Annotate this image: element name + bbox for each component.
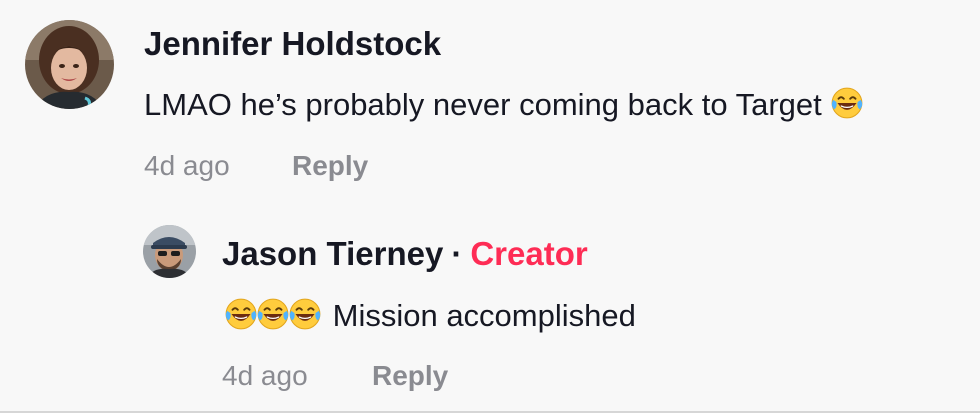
avatar-image xyxy=(143,225,196,278)
avatar[interactable] xyxy=(25,20,114,109)
separator-dot: · xyxy=(451,235,463,272)
avatar[interactable] xyxy=(143,225,196,278)
creator-badge: Creator xyxy=(470,235,588,272)
avatar-image xyxy=(25,20,114,109)
reply-author[interactable]: Jason Tierney xyxy=(222,235,443,272)
comment-author[interactable]: Jennifer Holdstock xyxy=(144,25,441,63)
reply-text: Mission accomplished xyxy=(222,297,636,339)
reply-item: Jason Tierney · Creator Mission accomplish… xyxy=(0,200,980,411)
reply-author-line: Jason Tierney · Creator xyxy=(222,235,588,273)
reply-button[interactable]: Reply xyxy=(292,150,368,182)
comment-text-content: LMAO he’s probably never coming back to … xyxy=(144,87,822,122)
reply-text-content: Mission accomplished xyxy=(332,298,636,333)
reply-timestamp: 4d ago xyxy=(222,360,308,391)
face-with-tears-of-joy-icon xyxy=(286,297,324,339)
reply-button[interactable]: Reply xyxy=(372,360,448,392)
face-with-tears-of-joy-icon xyxy=(830,86,864,128)
comment-timestamp: 4d ago xyxy=(144,150,230,181)
comment-text: LMAO he’s probably never coming back to … xyxy=(144,86,864,128)
comment-item: Jennifer Holdstock LMAO he’s probably ne… xyxy=(0,0,980,200)
